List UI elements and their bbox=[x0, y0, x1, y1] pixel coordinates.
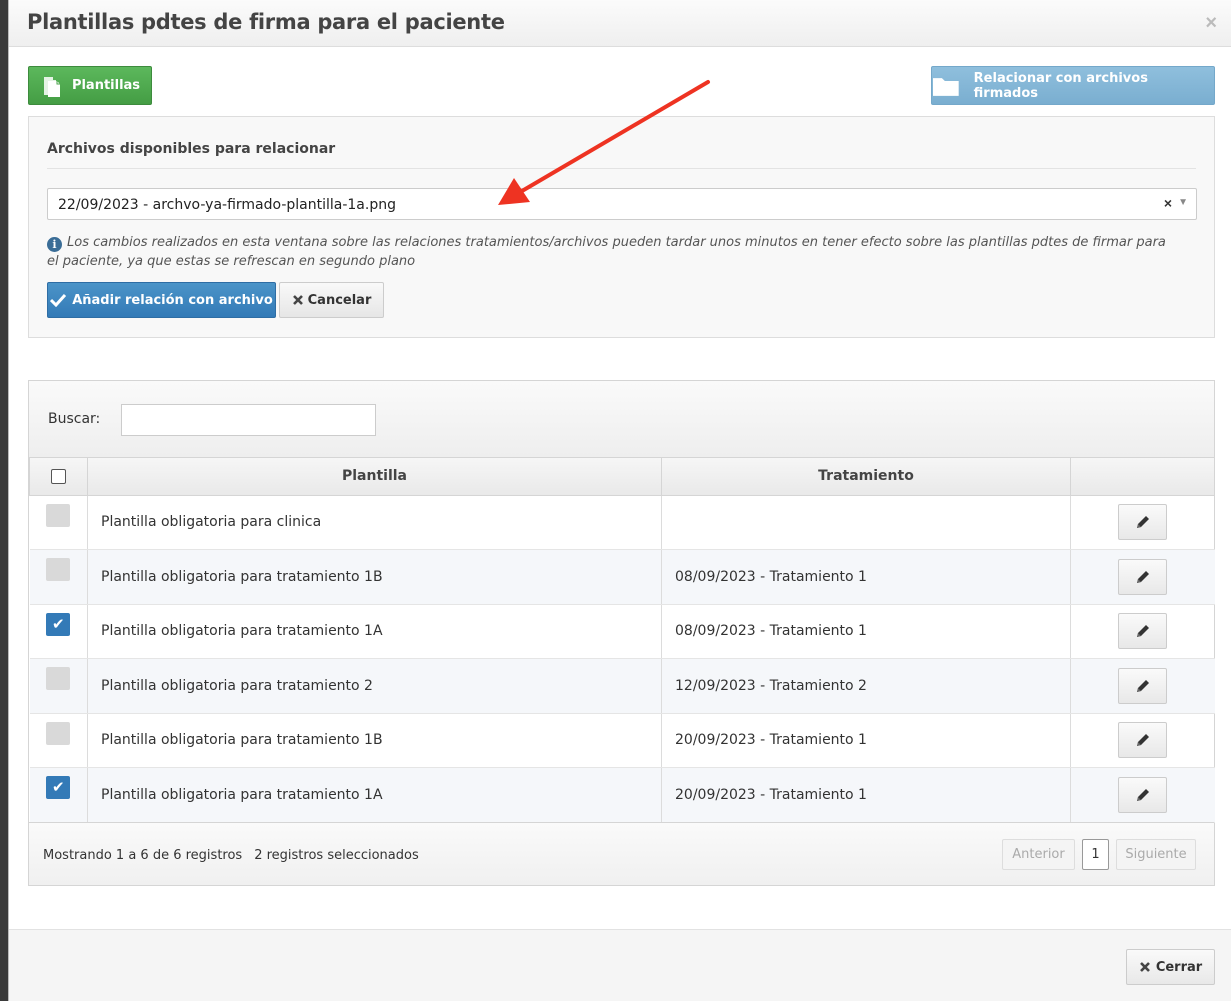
divider bbox=[47, 168, 1196, 169]
table-body: Plantilla obligatoria para clinica Planti… bbox=[29, 495, 1215, 823]
plantilla-cell: Plantilla obligatoria para tratamiento 1… bbox=[87, 713, 662, 768]
close-icon[interactable]: × bbox=[1205, 12, 1217, 35]
edit-button[interactable] bbox=[1118, 776, 1168, 813]
edit-button[interactable] bbox=[1118, 613, 1168, 650]
select-all-checkbox[interactable] bbox=[51, 468, 66, 484]
copy-icon bbox=[43, 76, 60, 97]
cancel-button[interactable]: Cancelar bbox=[279, 282, 384, 318]
tratamiento-cell: 08/09/2023 - Tratamiento 1 bbox=[661, 604, 1071, 659]
selected-count: 2 registros seleccionados bbox=[254, 848, 419, 863]
check-icon bbox=[50, 293, 67, 307]
add-relation-label: Añadir relación con archivo bbox=[72, 292, 273, 308]
pencil-icon bbox=[1136, 679, 1149, 692]
tratamiento-cell: 20/09/2023 - Tratamiento 1 bbox=[661, 767, 1071, 823]
row-select-cell: ✔ bbox=[29, 604, 88, 659]
info-note: i Los cambios realizados en esta ventana … bbox=[47, 233, 1167, 271]
pencil-icon bbox=[1136, 625, 1149, 638]
row-select-cell bbox=[29, 549, 88, 605]
actions-cell bbox=[1070, 495, 1215, 550]
clear-selection-icon[interactable]: × bbox=[1164, 195, 1172, 211]
plantillas-table: Plantilla Tratamiento Plantilla obligato… bbox=[29, 458, 1215, 823]
row-checkbox[interactable]: ✔ bbox=[46, 776, 71, 800]
pagination-info: Mostrando 1 a 6 de 6 registros 2 registro… bbox=[43, 848, 419, 863]
plantilla-cell: Plantilla obligatoria para tratamiento 1… bbox=[87, 549, 662, 605]
close-icon bbox=[1139, 962, 1150, 972]
row-select-cell bbox=[29, 658, 88, 714]
table-row[interactable]: Plantilla obligatoria para clinica bbox=[29, 495, 1215, 550]
chevron-down-icon[interactable]: ▼ bbox=[1178, 197, 1188, 208]
relacionar-label: Relacionar con archivos firmados bbox=[973, 70, 1148, 101]
actions-cell bbox=[1070, 604, 1215, 659]
info-note-text: Los cambios realizados en esta ventana s… bbox=[47, 235, 1166, 269]
table-row[interactable]: Plantilla obligatoria para tratamiento 1… bbox=[29, 549, 1215, 605]
actions-cell bbox=[1070, 713, 1215, 768]
pager-next-button[interactable]: Siguiente bbox=[1116, 839, 1196, 870]
records-info: Mostrando 1 a 6 de 6 registros bbox=[43, 848, 243, 863]
row-checkbox[interactable] bbox=[46, 558, 71, 582]
close-icon bbox=[292, 295, 303, 305]
tratamiento-cell: 20/09/2023 - Tratamiento 1 bbox=[661, 713, 1071, 768]
plantillas-grid: Buscar: Plantilla Tratamiento Plantilla … bbox=[28, 380, 1215, 886]
header-actions bbox=[1070, 458, 1215, 496]
row-select-cell: ✔ bbox=[29, 767, 88, 823]
header-tratamiento[interactable]: Tratamiento bbox=[661, 458, 1071, 496]
plantillas-label: Plantillas bbox=[71, 78, 141, 93]
row-select-cell bbox=[29, 713, 88, 768]
pencil-icon bbox=[1136, 516, 1149, 529]
row-select-cell bbox=[29, 495, 88, 550]
pencil-icon bbox=[1136, 788, 1149, 801]
plantilla-cell: Plantilla obligatoria para tratamiento 1… bbox=[87, 604, 662, 659]
table-row[interactable]: Plantilla obligatoria para tratamiento 1… bbox=[29, 713, 1215, 768]
modal-header: Plantillas pdtes de firma para el pacien… bbox=[9, 0, 1231, 47]
pencil-icon bbox=[1136, 570, 1149, 583]
table-row[interactable]: ✔ Plantilla obligatoria para tratamiento … bbox=[29, 604, 1215, 659]
close-label: Cerrar bbox=[1155, 959, 1203, 975]
modal-dialog: Plantillas pdtes de firma para el pacien… bbox=[8, 0, 1231, 1001]
tratamiento-cell: 08/09/2023 - Tratamiento 1 bbox=[661, 549, 1071, 605]
pencil-icon bbox=[1136, 734, 1149, 747]
row-checkbox[interactable] bbox=[46, 721, 71, 745]
info-icon: i bbox=[47, 237, 62, 252]
plantillas-button[interactable]: Plantillas bbox=[28, 66, 152, 105]
table-row[interactable]: ✔ Plantilla obligatoria para tratamiento … bbox=[29, 767, 1215, 823]
grid-footer: Mostrando 1 a 6 de 6 registros 2 registro… bbox=[29, 822, 1214, 885]
table-row[interactable]: Plantilla obligatoria para tratamiento 2… bbox=[29, 658, 1215, 714]
search-input[interactable] bbox=[121, 404, 376, 436]
row-checkbox[interactable] bbox=[46, 667, 71, 691]
header-select-all bbox=[29, 458, 88, 496]
table-header-row: Plantilla Tratamiento bbox=[29, 458, 1215, 496]
grid-toolbar: Buscar: bbox=[29, 381, 1214, 458]
folder-icon bbox=[932, 77, 959, 96]
selected-file-value: 22/09/2023 - archvo-ya-firmado-plantilla… bbox=[58, 197, 396, 213]
search-label: Buscar: bbox=[48, 411, 101, 427]
file-select[interactable]: 22/09/2023 - archvo-ya-firmado-plantilla… bbox=[47, 188, 1197, 220]
actions-cell bbox=[1070, 767, 1215, 823]
plantilla-cell: Plantilla obligatoria para clinica bbox=[87, 495, 662, 550]
cancel-label: Cancelar bbox=[307, 292, 372, 308]
close-button[interactable]: Cerrar bbox=[1126, 949, 1215, 985]
modal-title: Plantillas pdtes de firma para el pacien… bbox=[27, 10, 505, 34]
modal-footer: Cerrar bbox=[9, 929, 1231, 1001]
edit-button[interactable] bbox=[1118, 722, 1168, 759]
pager-page-button[interactable]: 1 bbox=[1082, 839, 1109, 870]
row-checkbox[interactable]: ✔ bbox=[46, 612, 71, 636]
tratamiento-cell: 12/09/2023 - Tratamiento 2 bbox=[661, 658, 1071, 714]
plantilla-cell: Plantilla obligatoria para tratamiento 1… bbox=[87, 767, 662, 823]
actions-cell bbox=[1070, 658, 1215, 714]
archivos-panel: Archivos disponibles para relacionar 22/… bbox=[28, 116, 1215, 338]
row-checkbox[interactable] bbox=[46, 503, 71, 527]
tratamiento-cell bbox=[661, 495, 1071, 550]
plantilla-cell: Plantilla obligatoria para tratamiento 2 bbox=[87, 658, 662, 714]
pager-prev-button[interactable]: Anterior bbox=[1002, 839, 1075, 870]
edit-button[interactable] bbox=[1118, 504, 1168, 541]
panel-title: Archivos disponibles para relacionar bbox=[47, 141, 336, 157]
relacionar-archivos-button[interactable]: Relacionar con archivos firmados bbox=[931, 66, 1215, 105]
header-plantilla[interactable]: Plantilla bbox=[87, 458, 662, 496]
edit-button[interactable] bbox=[1118, 667, 1168, 704]
edit-button[interactable] bbox=[1118, 558, 1168, 595]
add-relation-button[interactable]: Añadir relación con archivo bbox=[47, 282, 276, 318]
actions-cell bbox=[1070, 549, 1215, 605]
